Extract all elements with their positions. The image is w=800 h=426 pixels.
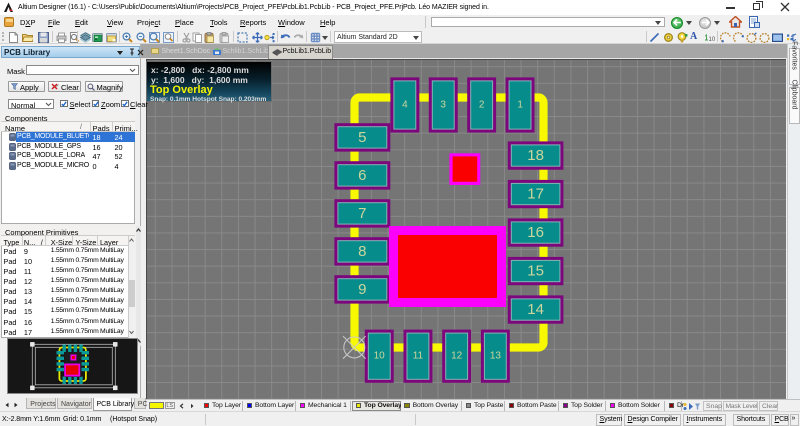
svg-text:12: 12 [451, 351, 463, 362]
svg-text:2: 2 [479, 100, 485, 111]
svg-text:4: 4 [402, 100, 408, 111]
svg-text:10: 10 [374, 351, 386, 362]
svg-text:5: 5 [358, 129, 366, 146]
svg-text:1: 1 [517, 100, 523, 111]
svg-text:8: 8 [358, 243, 366, 260]
svg-text:15: 15 [527, 263, 544, 280]
svg-text:6: 6 [358, 167, 366, 184]
svg-text:9: 9 [358, 281, 366, 298]
svg-text:14: 14 [527, 301, 544, 318]
svg-text:10: 10 [709, 37, 716, 43]
svg-text:3: 3 [440, 100, 446, 111]
svg-text:18: 18 [527, 147, 544, 164]
svg-text:7: 7 [358, 205, 366, 222]
svg-text:17: 17 [527, 186, 544, 203]
svg-text:16: 16 [527, 224, 544, 241]
svg-text:11: 11 [413, 351, 424, 362]
svg-text:13: 13 [490, 351, 502, 362]
